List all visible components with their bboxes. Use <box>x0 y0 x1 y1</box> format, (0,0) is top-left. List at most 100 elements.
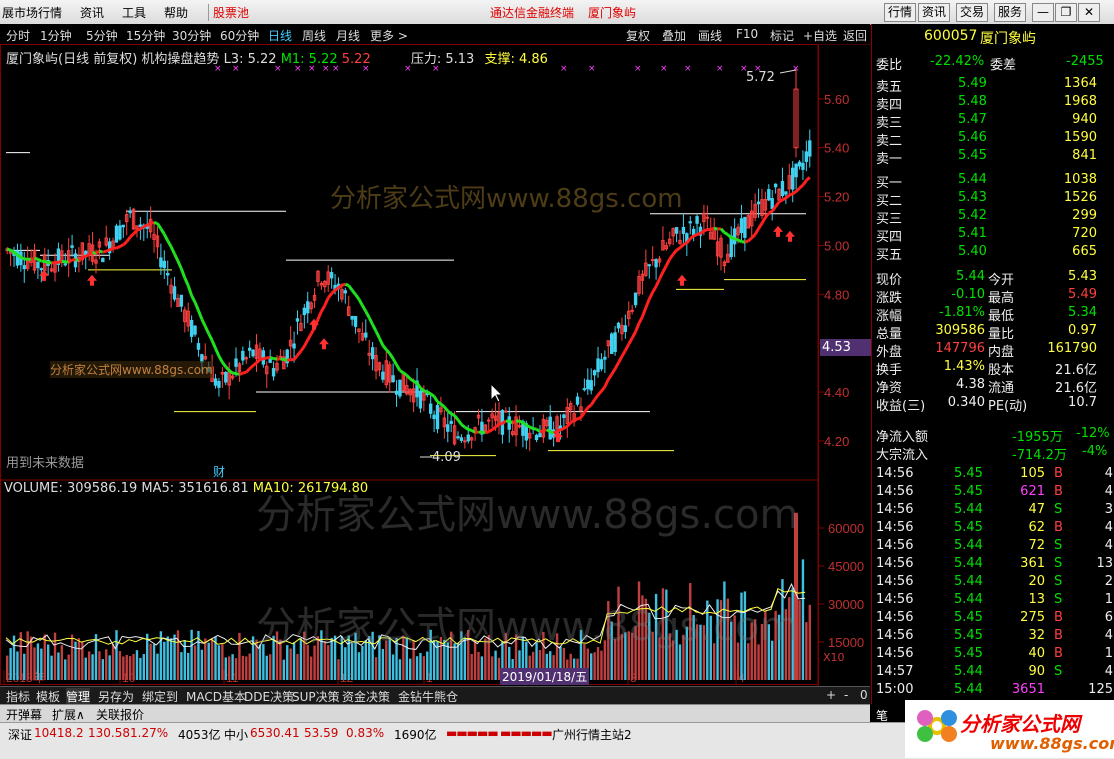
net-inflow-label: 净流入额 <box>876 426 928 445</box>
tool-add-favorite[interactable]: +自选 <box>803 27 837 44</box>
trend-segment <box>229 370 232 373</box>
buy-arrow-icon <box>677 275 687 286</box>
low-price-label: 4.09 <box>432 450 461 465</box>
tick-row: 14:565.4562B4 <box>872 520 1114 538</box>
tool-draw[interactable]: 画线 <box>698 27 722 44</box>
stat-value: 147796 <box>935 341 985 356</box>
trend-segment <box>513 421 516 423</box>
tool-f10[interactable]: F10 <box>736 27 758 41</box>
period-weekly[interactable]: 周线 <box>302 27 326 44</box>
trend-segment <box>755 229 758 235</box>
volume-bar <box>204 638 206 680</box>
service-button[interactable]: 服务 <box>994 3 1026 22</box>
stat-row: 涨幅-1.81%最低5.34 <box>872 305 1114 323</box>
tick-count: 4 <box>1105 466 1113 481</box>
trend-segment <box>721 229 724 233</box>
menu-help[interactable]: 帮助 <box>164 4 188 21</box>
tab-manage[interactable]: 管理 <box>66 688 90 705</box>
news-button[interactable]: 资讯 <box>918 3 950 22</box>
tab-bind[interactable]: 绑定到 <box>142 688 178 705</box>
trend-segment <box>45 261 48 262</box>
trend-segment <box>362 305 365 311</box>
restore-icon[interactable]: ❐ <box>1055 3 1077 22</box>
candle-body <box>293 344 295 348</box>
trend-segment <box>738 240 741 242</box>
trend-segment <box>724 233 727 235</box>
tick-row: 14:565.44361S13 <box>872 556 1114 574</box>
stat-row: 现价5.44今开5.43 <box>872 269 1114 287</box>
trend-segment <box>424 391 427 392</box>
zx-pct: 0.83% <box>346 726 384 740</box>
reset-button[interactable]: 0 <box>860 688 868 702</box>
tick-count: 1 <box>1105 646 1113 661</box>
indicator-m1b: 5.22 <box>342 52 371 67</box>
candle-body <box>160 258 162 267</box>
tab-template[interactable]: 模板 <box>36 688 60 705</box>
period-30min[interactable]: 30分钟 <box>172 27 211 44</box>
bid-price: 5.42 <box>958 208 987 223</box>
tick-price: 5.45 <box>954 646 983 661</box>
block-inflow-row: 大宗流入 -714.2万 -4% <box>872 444 1114 462</box>
menu-stock-pool[interactable]: 股票池 <box>208 4 249 21</box>
danmu-button[interactable]: 开弹幕 <box>6 706 42 723</box>
candle-body <box>600 360 602 369</box>
tool-mark[interactable]: 标记 <box>770 27 794 44</box>
period-fenshi[interactable]: 分时 <box>6 27 30 44</box>
tool-back[interactable]: 返回 <box>843 27 867 44</box>
trend-segment <box>574 419 577 421</box>
candle-body <box>696 217 698 224</box>
ask-label: 卖四 <box>876 94 902 113</box>
tool-overlay[interactable]: 叠加 <box>662 27 686 44</box>
trend-segment <box>465 427 468 429</box>
tab-sup[interactable]: SUP决策 <box>292 688 340 705</box>
buy-arrow-icon <box>785 231 795 242</box>
tab-dde[interactable]: DDE决策 <box>244 688 294 705</box>
trend-segment <box>222 362 225 367</box>
volume-tick-label: 30000 <box>828 597 864 612</box>
menu-tools[interactable]: 工具 <box>122 4 146 21</box>
tab-golden[interactable]: 金钻牛熊仓 <box>398 688 458 705</box>
trend-segment <box>776 202 779 207</box>
period-60min[interactable]: 60分钟 <box>220 27 259 44</box>
tab-macd[interactable]: MACD基本 <box>186 688 246 705</box>
indicator-support: 支撑: 4.86 <box>484 52 547 67</box>
related-quote-button[interactable]: 关联报价 <box>96 706 144 723</box>
zoom-out-button[interactable]: - <box>844 688 848 702</box>
menu-news[interactable]: 资讯 <box>80 4 104 21</box>
period-monthly[interactable]: 月线 <box>336 27 360 44</box>
server-name[interactable]: 广州行情主站2 <box>552 726 632 743</box>
trade-button[interactable]: 交易 <box>956 3 988 22</box>
period-more[interactable]: 更多 > <box>370 27 408 44</box>
close-icon[interactable]: ✕ <box>1078 3 1100 22</box>
quote-button[interactable]: 行情 <box>884 3 916 22</box>
volume-bar <box>112 644 114 680</box>
trend-segment <box>270 357 273 358</box>
minimize-icon[interactable]: — <box>1032 3 1054 22</box>
tick-price: 5.45 <box>954 484 983 499</box>
tick-time: 14:56 <box>876 520 913 535</box>
candle-body <box>539 434 541 437</box>
bottom-toolbar: 开弹幕 扩展∧ 关联报价 <box>0 704 870 722</box>
tick-price: 5.44 <box>954 502 983 517</box>
tab-fund[interactable]: 资金决策 <box>342 688 390 705</box>
period-5min[interactable]: 5分钟 <box>86 27 118 44</box>
tab-indicator[interactable]: 指标 <box>6 688 30 705</box>
period-1min[interactable]: 1分钟 <box>40 27 72 44</box>
mouse-pointer-icon <box>491 384 502 402</box>
tab-save-as[interactable]: 另存为 <box>98 688 134 705</box>
stat-label: 量比 <box>988 323 1014 342</box>
ask-price: 5.47 <box>958 112 987 127</box>
trend-segment <box>680 245 683 248</box>
bid-row: 买三5.42299 <box>872 208 1114 226</box>
period-daily[interactable]: 日线 <box>268 27 292 44</box>
trend-segment <box>793 192 796 194</box>
tick-side: B <box>1054 628 1063 643</box>
trend-segment <box>595 395 598 400</box>
finance-marker[interactable]: 财 <box>213 463 225 480</box>
expand-button[interactable]: 扩展∧ <box>52 706 85 723</box>
price-tick-label: 5.20 <box>824 190 849 205</box>
menu-market[interactable]: 展市场行情 <box>2 4 62 21</box>
zoom-in-button[interactable]: + <box>826 688 836 702</box>
period-15min[interactable]: 15分钟 <box>126 27 165 44</box>
tool-fuquan[interactable]: 复权 <box>626 27 650 44</box>
